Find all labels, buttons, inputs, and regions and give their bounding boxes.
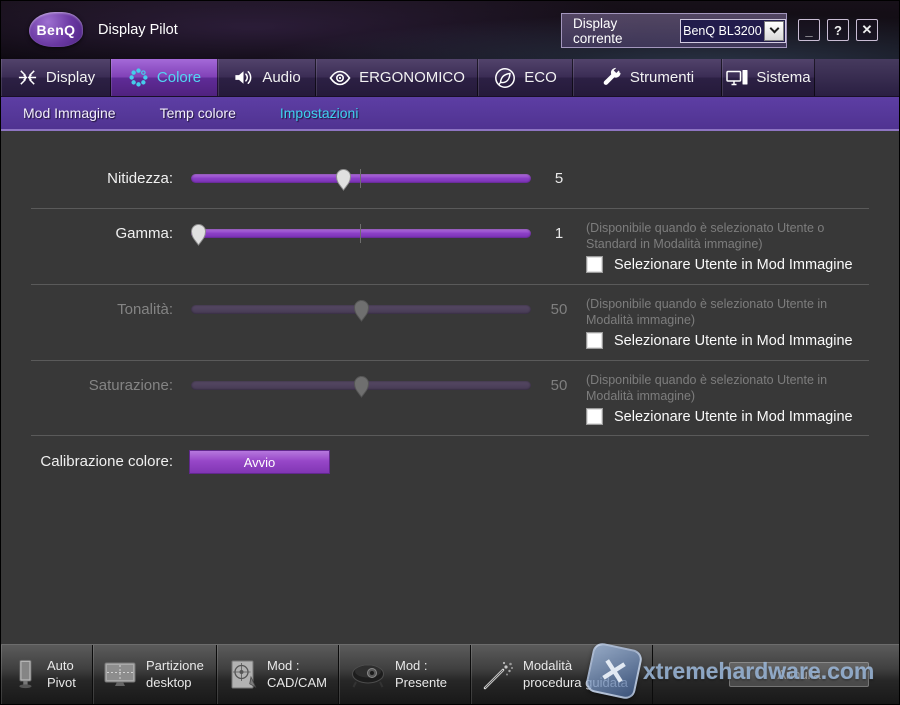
computer-icon	[726, 70, 748, 86]
slider-value: 50	[550, 377, 568, 394]
projector-icon	[352, 664, 384, 687]
wrench-icon	[603, 67, 621, 85]
slider-value: 50	[550, 301, 568, 318]
slider-thumb[interactable]	[335, 167, 352, 191]
checkbox-label: Selezionare Utente in Mod Immagine	[614, 332, 853, 349]
checkbox-row: Selezionare Utente in Mod Immagine	[586, 256, 853, 273]
auto-pivot-button[interactable]: Auto Pivot	[1, 645, 93, 704]
select-user-checkbox[interactable]	[586, 256, 603, 273]
slider-label: Saturazione:	[88, 377, 173, 394]
display-select-dropdown[interactable]: BenQ BL3200	[679, 18, 786, 43]
tab-label: Strumenti	[629, 69, 695, 86]
desktop-partition-icon	[104, 662, 136, 686]
bottom-toolbar: Auto Pivot Partizione desktop Mod: CAD/…	[1, 641, 899, 704]
eye-icon	[329, 70, 351, 85]
mod-cadcam-button[interactable]: Mod : CAD/CAM	[217, 645, 339, 704]
checkbox-label: Selezionare Utente in Mod Immagine	[614, 408, 853, 425]
checkbox-row: Selezionare Utente in Mod Immagine	[586, 408, 853, 425]
row-separator	[31, 360, 869, 361]
tonalita-slider	[191, 300, 531, 322]
window-controls: _ ? ✕	[798, 19, 878, 41]
compress-icon	[18, 70, 36, 85]
tab-label: Colore	[156, 69, 202, 86]
mod-presente-button[interactable]: Mod : Presente	[339, 645, 471, 704]
calibration-label: Calibrazione colore:	[40, 453, 173, 470]
dropdown-arrow-button[interactable]	[764, 20, 784, 41]
tab-label: Sistema	[756, 69, 811, 86]
leaf-icon	[495, 67, 516, 88]
current-display-panel: Display corrente BenQ BL3200	[561, 13, 787, 48]
sub-tab-bar: Mod Immagine Temp colore Impostazioni	[1, 96, 899, 131]
nitidezza-slider[interactable]	[191, 169, 531, 191]
tab-label: Audio	[262, 69, 301, 86]
tab-eco[interactable]: ECO	[478, 59, 573, 96]
minimize-button[interactable]: _	[798, 19, 820, 41]
tab-label: Display	[45, 69, 96, 86]
tab-bar-filler	[815, 59, 899, 96]
slider-label: Nitidezza:	[107, 170, 173, 187]
speaker-icon	[235, 71, 252, 84]
magic-wand-icon	[483, 661, 513, 689]
gamma-slider[interactable]	[190, 224, 531, 246]
chevron-down-icon	[769, 23, 779, 34]
tab-label: ECO	[524, 69, 557, 86]
main-tab-bar: Display Colore Audio ERGONOMICO ECO Stru…	[1, 59, 899, 96]
app-title: Display Pilot	[98, 22, 178, 38]
settings-panel: Nitidezza: 5 Gamma: 1 (Disponibile quand…	[1, 131, 899, 644]
tab-sistema[interactable]: Sistema	[722, 59, 815, 96]
row-separator	[31, 208, 869, 209]
toolbar-item-label: Auto Pivot	[47, 657, 76, 690]
toolbar-item-label: Modalità procedura guidata	[523, 657, 628, 690]
slider-thumb[interactable]	[190, 222, 207, 246]
cadcam-blueprint-icon	[231, 660, 257, 688]
availability-note: (Disponibile quando è selezionato Utente…	[586, 373, 828, 404]
desktop-partition-button[interactable]: Partizione desktop	[93, 645, 217, 704]
select-user-checkbox[interactable]	[586, 332, 603, 349]
slider-center-tick	[360, 169, 361, 188]
toolbar-item-label: Mod : CAD/CAM	[267, 657, 327, 690]
display-pilot-window: BenQ Display Pilot Display corrente BenQ…	[0, 0, 900, 705]
avvio-button[interactable]: Avvio	[189, 450, 330, 474]
toolbar-item-label: Partizione desktop	[146, 657, 204, 690]
tab-colore[interactable]: Colore	[111, 59, 218, 96]
checkbox-label: Selezionare Utente in Mod Immagine	[614, 256, 853, 273]
slider-label: Tonalità:	[117, 301, 173, 318]
display-select-value: BenQ BL3200	[683, 23, 762, 38]
slider-thumb	[353, 376, 370, 398]
benq-logo: BenQ	[29, 12, 83, 47]
slider-thumb	[353, 300, 370, 322]
availability-note: (Disponibile quando è selezionato Utente…	[586, 221, 825, 252]
slider-value: 1	[554, 225, 564, 242]
wizard-mode-button[interactable]: Modalità procedura guidata	[471, 645, 653, 704]
current-display-label: Display corrente	[573, 15, 623, 46]
slider-label: Gamma:	[115, 225, 173, 242]
tab-label: ERGONOMICO	[359, 69, 465, 86]
slider-value: 5	[554, 170, 564, 187]
row-separator	[31, 284, 869, 285]
pivot-monitor-icon	[19, 659, 32, 688]
help-button[interactable]: ?	[827, 19, 849, 41]
titlebar: BenQ Display Pilot Display corrente BenQ…	[1, 1, 899, 59]
color-dots-icon	[129, 68, 148, 87]
subtab-impostazioni[interactable]: Impostazioni	[278, 105, 361, 121]
tab-strumenti[interactable]: Strumenti	[573, 59, 722, 96]
checkbox-row: Selezionare Utente in Mod Immagine	[586, 332, 853, 349]
toolbar-item-label: Mod : Presente	[395, 657, 448, 690]
subtab-mod-immagine[interactable]: Mod Immagine	[21, 105, 118, 121]
tab-audio[interactable]: Audio	[218, 59, 316, 96]
benq-logo-text: BenQ	[36, 21, 76, 38]
tab-display[interactable]: Display	[1, 59, 111, 96]
row-separator	[31, 435, 869, 436]
close-button[interactable]: ✕	[856, 19, 878, 41]
tab-ergonomico[interactable]: ERGONOMICO	[316, 59, 478, 96]
saturazione-slider	[191, 376, 531, 398]
subtab-temp-colore[interactable]: Temp colore	[158, 105, 238, 121]
availability-note: (Disponibile quando è selezionato Utente…	[586, 297, 828, 328]
slider-center-tick	[360, 224, 361, 243]
select-user-checkbox[interactable]	[586, 408, 603, 425]
annulla-button[interactable]: Annulla	[729, 662, 869, 687]
